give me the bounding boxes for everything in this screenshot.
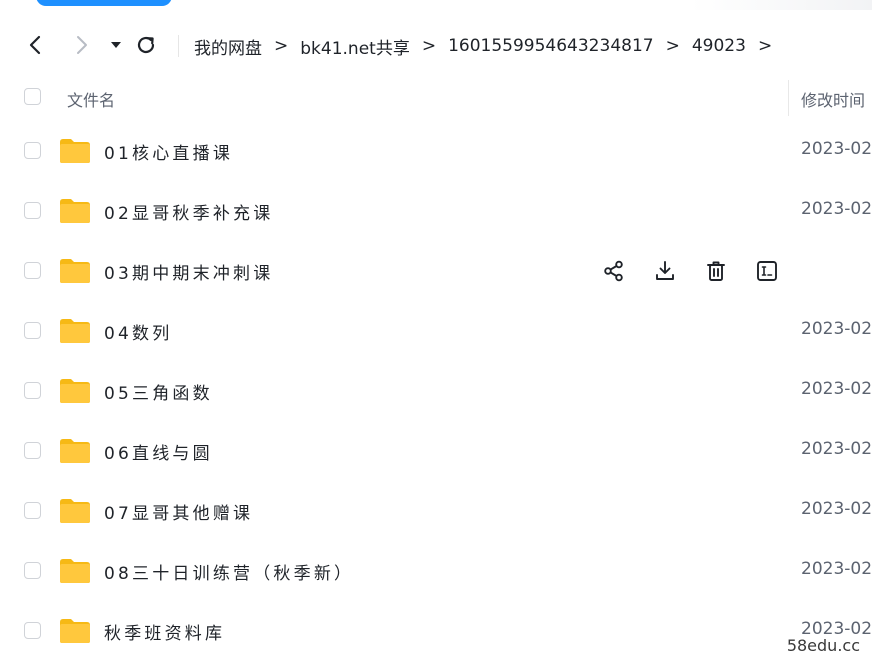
watermark: 58edu.cc — [784, 636, 862, 655]
file-name[interactable]: 秋季班资料库 — [104, 619, 225, 644]
select-all-checkbox[interactable] — [24, 88, 41, 105]
chevron-left-icon — [29, 35, 41, 55]
row-checkbox[interactable] — [24, 622, 41, 639]
navigation-bar: 我的网盘 > bk41.net共享 >1601559954643234817 >4902… — [0, 26, 872, 66]
file-row[interactable]: 04数列 2023-02 — [0, 301, 872, 361]
row-hover-actions — [600, 257, 804, 285]
breadcrumb-separator: > — [665, 36, 680, 56]
caret-down-icon — [111, 42, 121, 48]
folder-icon — [59, 258, 91, 284]
folder-icon — [59, 138, 91, 164]
back-button[interactable] — [22, 32, 48, 58]
file-row[interactable]: 秋季班资料库 2023-02 — [0, 601, 872, 661]
modified-date: 2023-02 — [801, 319, 872, 339]
modified-date: 2023-02 — [801, 199, 872, 219]
row-checkbox[interactable] — [24, 262, 41, 279]
row-checkbox[interactable] — [24, 142, 41, 159]
file-name[interactable]: 04数列 — [104, 319, 172, 344]
rename-button[interactable] — [753, 257, 781, 285]
share-button[interactable] — [600, 257, 628, 285]
nav-divider — [178, 35, 179, 57]
file-row[interactable]: 06直线与圆 2023-02 — [0, 421, 872, 481]
chevron-right-icon — [77, 36, 87, 54]
file-name[interactable]: 06直线与圆 — [104, 439, 213, 464]
folder-icon — [59, 618, 91, 644]
breadcrumb: 我的网盘 > bk41.net共享 >1601559954643234817 >4902… — [194, 26, 784, 66]
top-bar-fade — [690, 0, 872, 10]
forward-button[interactable] — [69, 32, 95, 58]
modified-date: 2023-02 — [801, 499, 872, 519]
modified-date: 2023-02 — [801, 379, 872, 399]
breadcrumb-item[interactable]: 49023 — [692, 36, 746, 56]
breadcrumb-item[interactable]: 1601559954643234817 — [448, 36, 654, 56]
column-header: 文件名 修改时间 — [0, 76, 872, 118]
file-name[interactable]: 07显哥其他赠课 — [104, 499, 253, 524]
download-button[interactable] — [651, 257, 679, 285]
top-primary-button[interactable] — [36, 0, 172, 6]
download-icon — [654, 260, 676, 282]
file-name[interactable]: 02显哥秋季补充课 — [104, 199, 273, 224]
breadcrumb-separator: > — [274, 36, 289, 56]
folder-icon — [59, 198, 91, 224]
rename-icon — [756, 260, 778, 282]
breadcrumb-separator: > — [421, 36, 437, 56]
file-name[interactable]: 03期中期末冲刺课 — [104, 259, 273, 284]
share-icon — [603, 260, 625, 282]
file-row[interactable]: 08三十日训练营（秋季新） 2023-02 — [0, 541, 872, 601]
file-name[interactable]: 08三十日训练营（秋季新） — [104, 559, 354, 584]
file-row[interactable]: 03期中期末冲刺课 — [0, 241, 872, 301]
row-checkbox[interactable] — [24, 442, 41, 459]
row-checkbox[interactable] — [24, 562, 41, 579]
history-dropdown-button[interactable] — [103, 32, 129, 58]
breadcrumb-item[interactable]: bk41.net共享 — [300, 34, 410, 59]
refresh-button[interactable] — [133, 32, 159, 58]
refresh-icon — [137, 36, 155, 54]
file-name[interactable]: 05三角函数 — [104, 379, 213, 404]
row-checkbox[interactable] — [24, 322, 41, 339]
folder-icon — [59, 558, 91, 584]
column-modified-header[interactable]: 修改时间 — [801, 87, 865, 111]
delete-button[interactable] — [702, 257, 730, 285]
breadcrumb-item[interactable]: 我的网盘 — [194, 34, 262, 59]
row-checkbox[interactable] — [24, 502, 41, 519]
file-row[interactable]: 02显哥秋季补充课 2023-02 — [0, 181, 872, 241]
modified-date: 2023-02 — [801, 439, 872, 459]
file-row[interactable]: 01核心直播课 2023-02 — [0, 121, 872, 181]
folder-icon — [59, 378, 91, 404]
folder-icon — [59, 438, 91, 464]
folder-icon — [59, 498, 91, 524]
row-checkbox[interactable] — [24, 202, 41, 219]
column-name-header[interactable]: 文件名 — [67, 87, 115, 111]
file-name[interactable]: 01核心直播课 — [104, 139, 233, 164]
column-divider — [788, 80, 789, 116]
modified-date: 2023-02 — [801, 139, 872, 159]
folder-icon — [59, 318, 91, 344]
modified-date: 2023-02 — [801, 559, 872, 579]
delete-icon — [705, 260, 727, 282]
breadcrumb-separator: > — [757, 36, 773, 56]
row-checkbox[interactable] — [24, 382, 41, 399]
file-row[interactable]: 07显哥其他赠课 2023-02 — [0, 481, 872, 541]
file-row[interactable]: 05三角函数 2023-02 — [0, 361, 872, 421]
